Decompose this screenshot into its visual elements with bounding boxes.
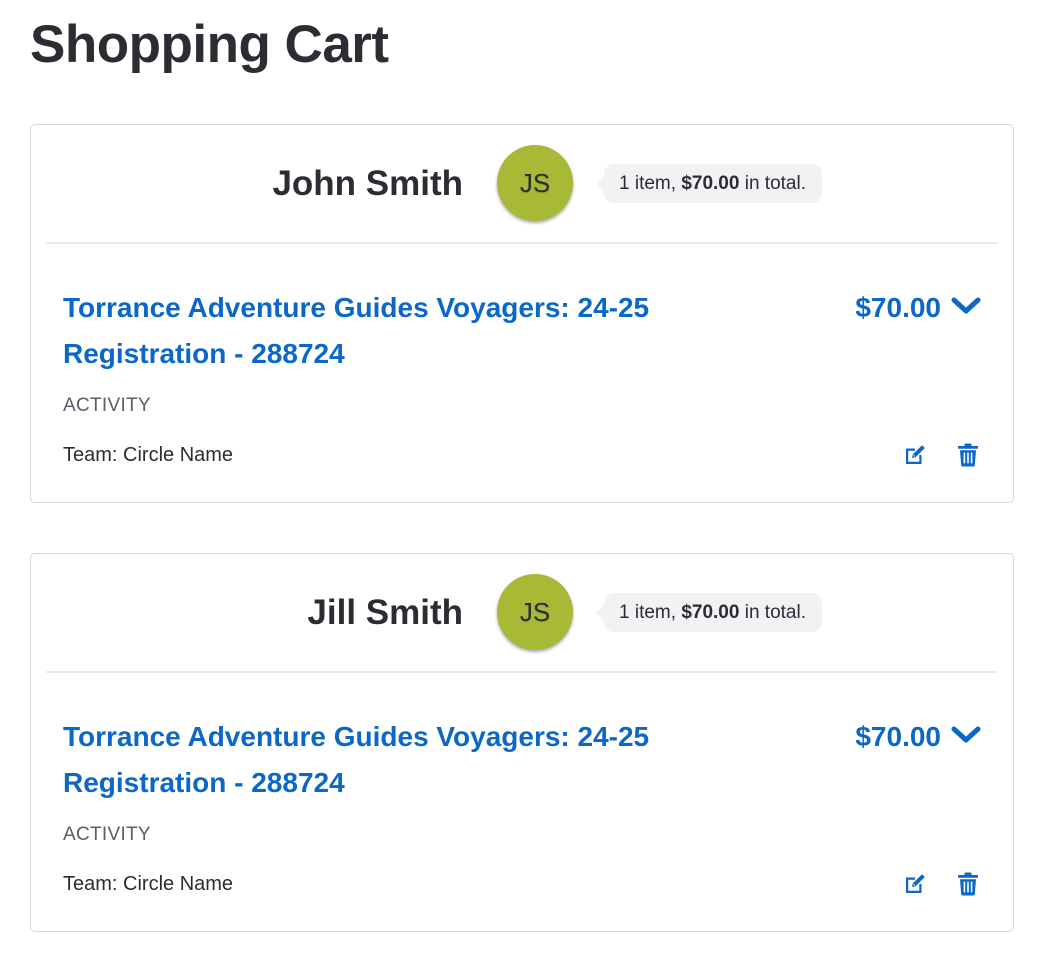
trash-icon[interactable] [957,872,979,896]
item-price: $70.00 [855,292,941,323]
item-price: $70.00 [855,721,941,752]
header-divider [46,242,998,244]
item-team: Team: Circle Name [63,444,234,466]
item-type-label: ACTIVITY [63,824,151,845]
cart-item-title-link[interactable]: Torrance Adventure Guides Voyagers: 24-2… [63,285,763,377]
participant-name: Jill Smith [307,593,463,632]
trash-icon[interactable] [957,443,979,467]
item-title-line1: Torrance Adventure Guides Voyagers: 24-2… [63,721,650,752]
item-title-line1: Torrance Adventure Guides Voyagers: 24-2… [63,292,650,323]
cart-summary-badge: 1 item, $70.00 in total. [596,164,822,203]
chevron-down-icon[interactable] [951,725,981,745]
cart-item-title-link[interactable]: Torrance Adventure Guides Voyagers: 24-2… [63,714,763,806]
avatar: JS [497,145,573,221]
summary-suffix: in total. [744,602,806,623]
summary-count: 1 item, [619,173,677,194]
cart-summary-badge: 1 item, $70.00 in total. [596,593,822,632]
item-team: Team: Circle Name [63,873,234,895]
item-title-line2: Registration - 288724 [63,767,345,798]
header-divider [46,671,998,673]
participant-name: John Smith [272,164,463,203]
summary-amount: $70.00 [681,602,740,623]
summary-count: 1 item, [619,602,677,623]
shopping-cart-page: Shopping Cart John Smith JS 1 item, $70.… [0,0,1042,964]
summary-amount: $70.00 [681,173,740,194]
avatar: JS [497,574,573,650]
edit-icon[interactable] [903,443,927,467]
participant-card: Jill Smith JS 1 item, $70.00 in total. T… [30,553,1014,932]
participant-header: Jill Smith JS 1 item, $70.00 in total. [31,554,1013,672]
participant-header: John Smith JS 1 item, $70.00 in total. [31,125,1013,243]
item-type-label: ACTIVITY [63,395,151,416]
page-title: Shopping Cart [30,15,389,74]
edit-icon[interactable] [903,872,927,896]
chevron-down-icon[interactable] [951,296,981,316]
participant-card: John Smith JS 1 item, $70.00 in total. T… [30,124,1014,503]
summary-suffix: in total. [744,173,806,194]
item-title-line2: Registration - 288724 [63,338,345,369]
